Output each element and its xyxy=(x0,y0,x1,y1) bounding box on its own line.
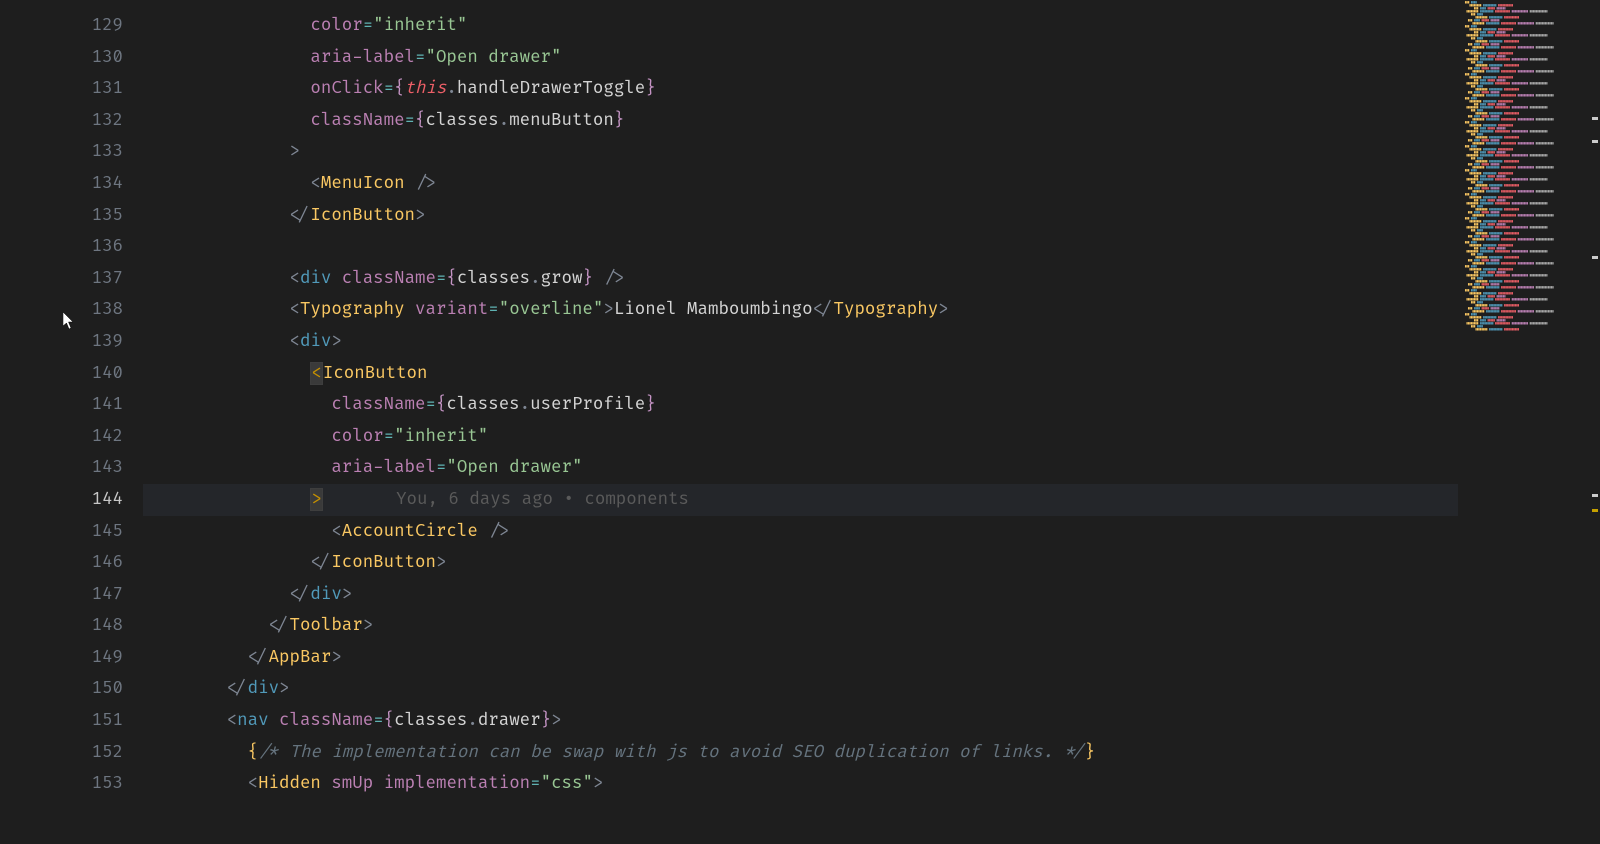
line-number: 145 xyxy=(68,516,123,548)
line-number: 150 xyxy=(68,673,123,705)
code-line[interactable]: </Toolbar> xyxy=(143,610,1600,642)
line-number: 139 xyxy=(68,326,123,358)
line-number: 136 xyxy=(68,231,123,263)
code-line[interactable]: color="inherit" xyxy=(143,10,1600,42)
code-line[interactable]: > You, 6 days ago • components xyxy=(143,484,1600,516)
code-line[interactable]: </div> xyxy=(143,579,1600,611)
line-number: 152 xyxy=(68,737,123,769)
line-number-gutter: 1291301311321331341351361371381391401411… xyxy=(68,0,143,844)
fold-gutter xyxy=(0,0,68,844)
vertical-scrollbar[interactable] xyxy=(1588,0,1600,844)
line-number: 133 xyxy=(68,136,123,168)
line-number: 131 xyxy=(68,73,123,105)
code-line[interactable]: <AccountCircle /> xyxy=(143,516,1600,548)
code-editor[interactable]: 1291301311321331341351361371381391401411… xyxy=(0,0,1600,844)
code-line[interactable]: <Typography variant="overline">Lionel Ma… xyxy=(143,294,1600,326)
code-line[interactable]: <div className={classes.grow} /> xyxy=(143,263,1600,295)
line-number: 137 xyxy=(68,263,123,295)
minimap[interactable]: ███ ████ ████████ █████████ ██████████ █… xyxy=(1458,0,1588,844)
code-line[interactable]: aria-label="Open drawer" xyxy=(143,42,1600,74)
line-number: 146 xyxy=(68,547,123,579)
code-line[interactable]: onClick={this.handleDrawerToggle} xyxy=(143,73,1600,105)
code-line[interactable]: <div> xyxy=(143,326,1600,358)
line-number: 144 xyxy=(68,484,123,516)
line-number: 138 xyxy=(68,294,123,326)
line-number: 141 xyxy=(68,389,123,421)
scroll-marker xyxy=(1592,117,1598,120)
line-number: 130 xyxy=(68,42,123,74)
line-number: 147 xyxy=(68,579,123,611)
line-number: 143 xyxy=(68,452,123,484)
code-line[interactable]: color="inherit" xyxy=(143,421,1600,453)
code-line[interactable]: aria-label="Open drawer" xyxy=(143,452,1600,484)
line-number: 148 xyxy=(68,610,123,642)
code-line[interactable]: </IconButton> xyxy=(143,547,1600,579)
code-line[interactable]: <nav className={classes.drawer}> xyxy=(143,705,1600,737)
scroll-marker xyxy=(1592,494,1598,497)
scroll-marker xyxy=(1592,256,1598,259)
code-line[interactable]: className={classes.menuButton} xyxy=(143,105,1600,137)
code-line[interactable]: <IconButton xyxy=(143,358,1600,390)
line-number: 129 xyxy=(68,10,123,42)
line-number: 151 xyxy=(68,705,123,737)
line-number: 134 xyxy=(68,168,123,200)
code-content[interactable]: color="inherit" aria-label="Open drawer"… xyxy=(143,0,1600,844)
code-line[interactable]: </AppBar> xyxy=(143,642,1600,674)
code-line[interactable]: </div> xyxy=(143,673,1600,705)
code-line[interactable] xyxy=(143,231,1600,263)
code-line[interactable]: </IconButton> xyxy=(143,200,1600,232)
scroll-marker xyxy=(1592,140,1598,143)
line-number: 142 xyxy=(68,421,123,453)
code-line[interactable]: {/* The implementation can be swap with … xyxy=(143,737,1600,769)
code-line[interactable]: className={classes.userProfile} xyxy=(143,389,1600,421)
line-number: 132 xyxy=(68,105,123,137)
line-number: 140 xyxy=(68,358,123,390)
code-line[interactable]: <MenuIcon /> xyxy=(143,168,1600,200)
line-number: 153 xyxy=(68,768,123,800)
line-number: 149 xyxy=(68,642,123,674)
scroll-marker xyxy=(1592,509,1598,512)
minimap-content: ███ ████ ████████ █████████ ██████████ █… xyxy=(1458,0,1588,334)
code-line[interactable]: > xyxy=(143,136,1600,168)
line-number: 135 xyxy=(68,200,123,232)
code-line[interactable]: <Hidden smUp implementation="css"> xyxy=(143,768,1600,800)
